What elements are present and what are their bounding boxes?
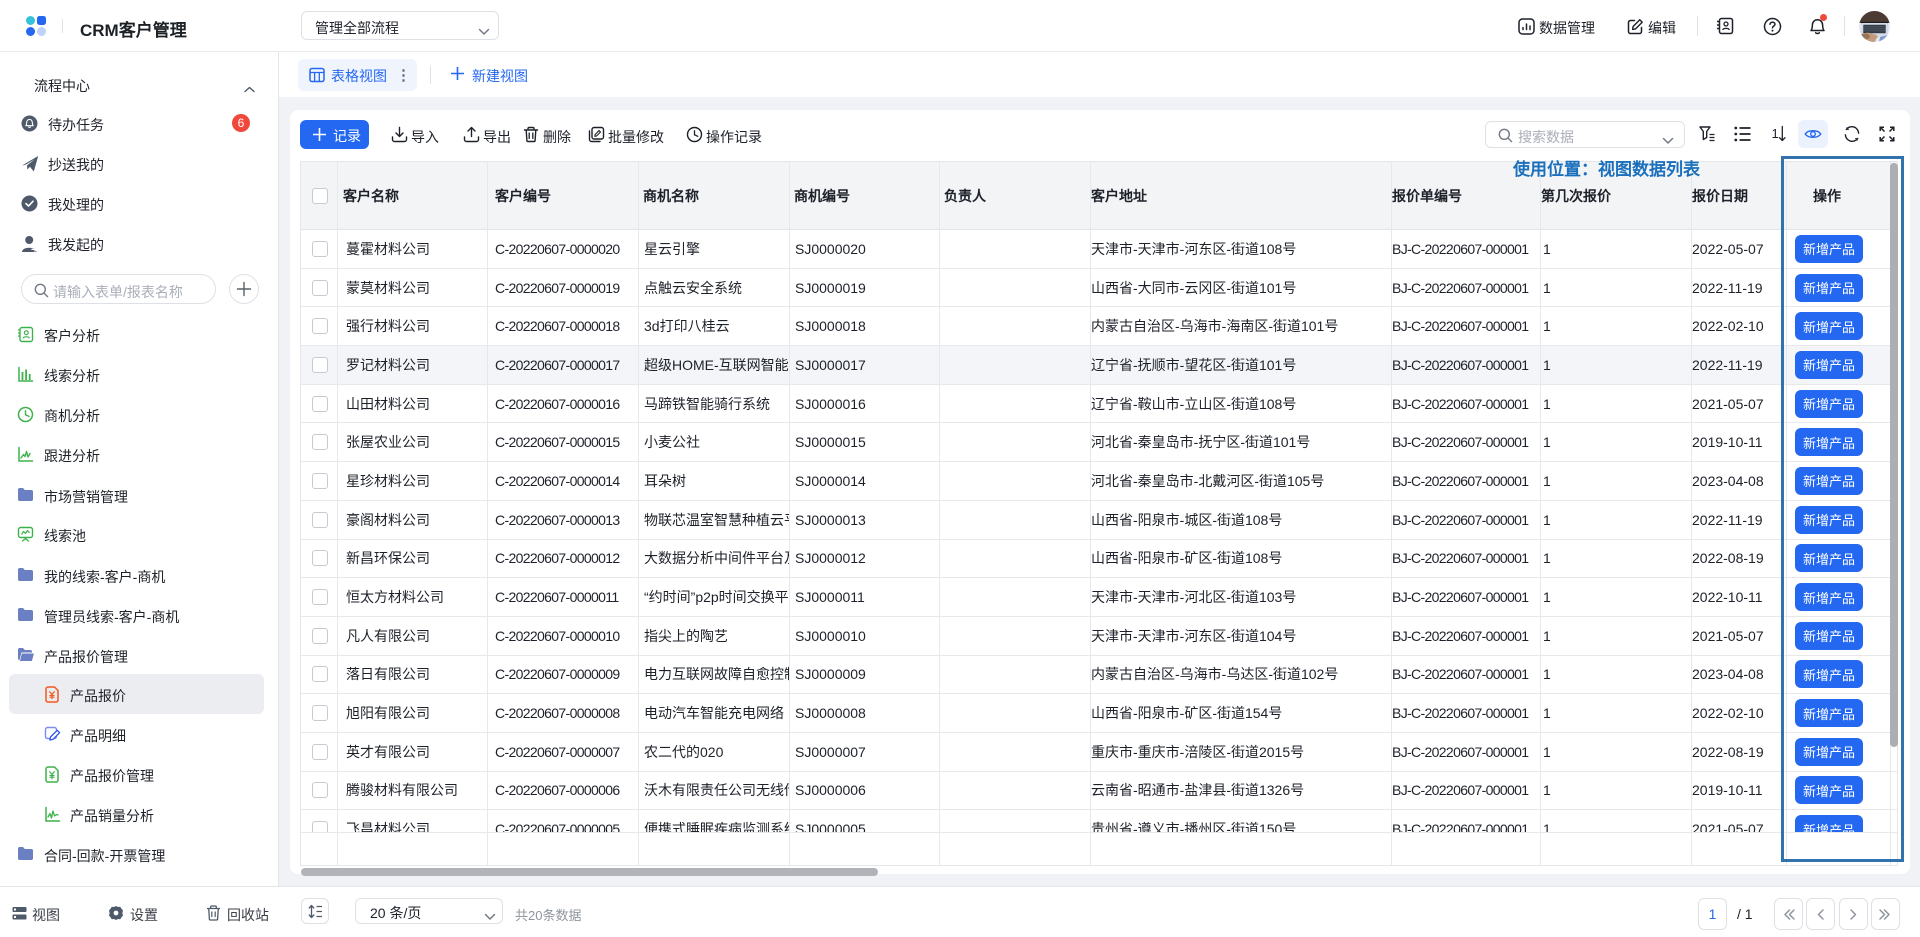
svg-text:1: 1 [1772, 126, 1779, 141]
